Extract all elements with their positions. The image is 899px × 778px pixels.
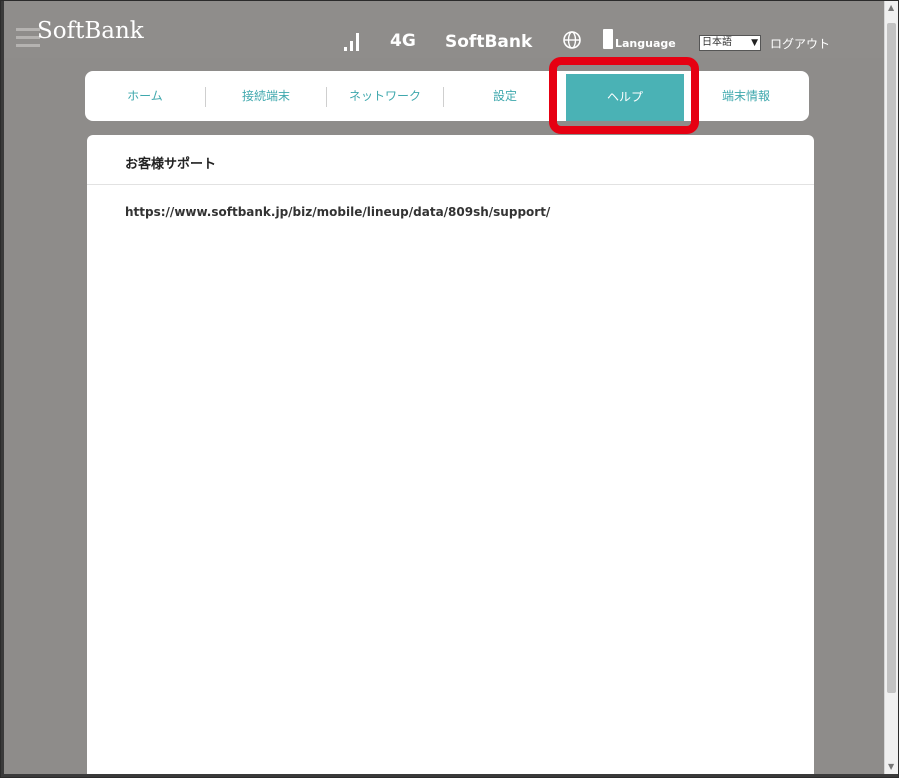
tab-home[interactable]: ホーム [85, 71, 205, 121]
network-type: 4G [390, 31, 416, 51]
vertical-scrollbar[interactable]: ▲ ▼ [884, 1, 898, 777]
tab-settings[interactable]: 設定 [444, 71, 566, 121]
logout-link[interactable]: ログアウト [770, 35, 830, 52]
battery-icon [603, 29, 613, 49]
language-select[interactable]: 日本語 ▼ [699, 35, 761, 51]
scroll-down-icon[interactable]: ▼ [888, 762, 894, 771]
support-panel: お客様サポート https://www.softbank.jp/biz/mobi… [87, 135, 814, 777]
scroll-up-icon[interactable]: ▲ [888, 3, 894, 12]
signal-strength-icon [344, 33, 359, 51]
language-label: Language [615, 37, 676, 50]
main-tab-bar: ホーム 接続端末 ネットワーク 設定 ヘルプ 端末情報 [85, 71, 809, 121]
brand-logo: SoftBank [37, 18, 144, 44]
browser-window: SoftBank 4G SoftBank Language 日本語 ▼ ログアウ… [0, 0, 899, 778]
globe-icon [563, 31, 581, 49]
chevron-down-icon: ▼ [751, 38, 758, 48]
support-url: https://www.softbank.jp/biz/mobile/lineu… [125, 205, 551, 219]
header-bar: SoftBank 4G SoftBank Language 日本語 ▼ ログアウ… [1, 1, 885, 58]
tab-connected-devices[interactable]: 接続端末 [206, 71, 326, 121]
highlight-frame [549, 57, 699, 134]
divider [87, 184, 814, 185]
language-select-value: 日本語 [702, 37, 732, 48]
carrier-name: SoftBank [445, 32, 533, 52]
scrollbar-thumb[interactable] [887, 23, 896, 693]
panel-title: お客様サポート [125, 157, 217, 172]
tab-network[interactable]: ネットワーク [327, 71, 443, 121]
tab-device-info[interactable]: 端末情報 [685, 71, 807, 121]
